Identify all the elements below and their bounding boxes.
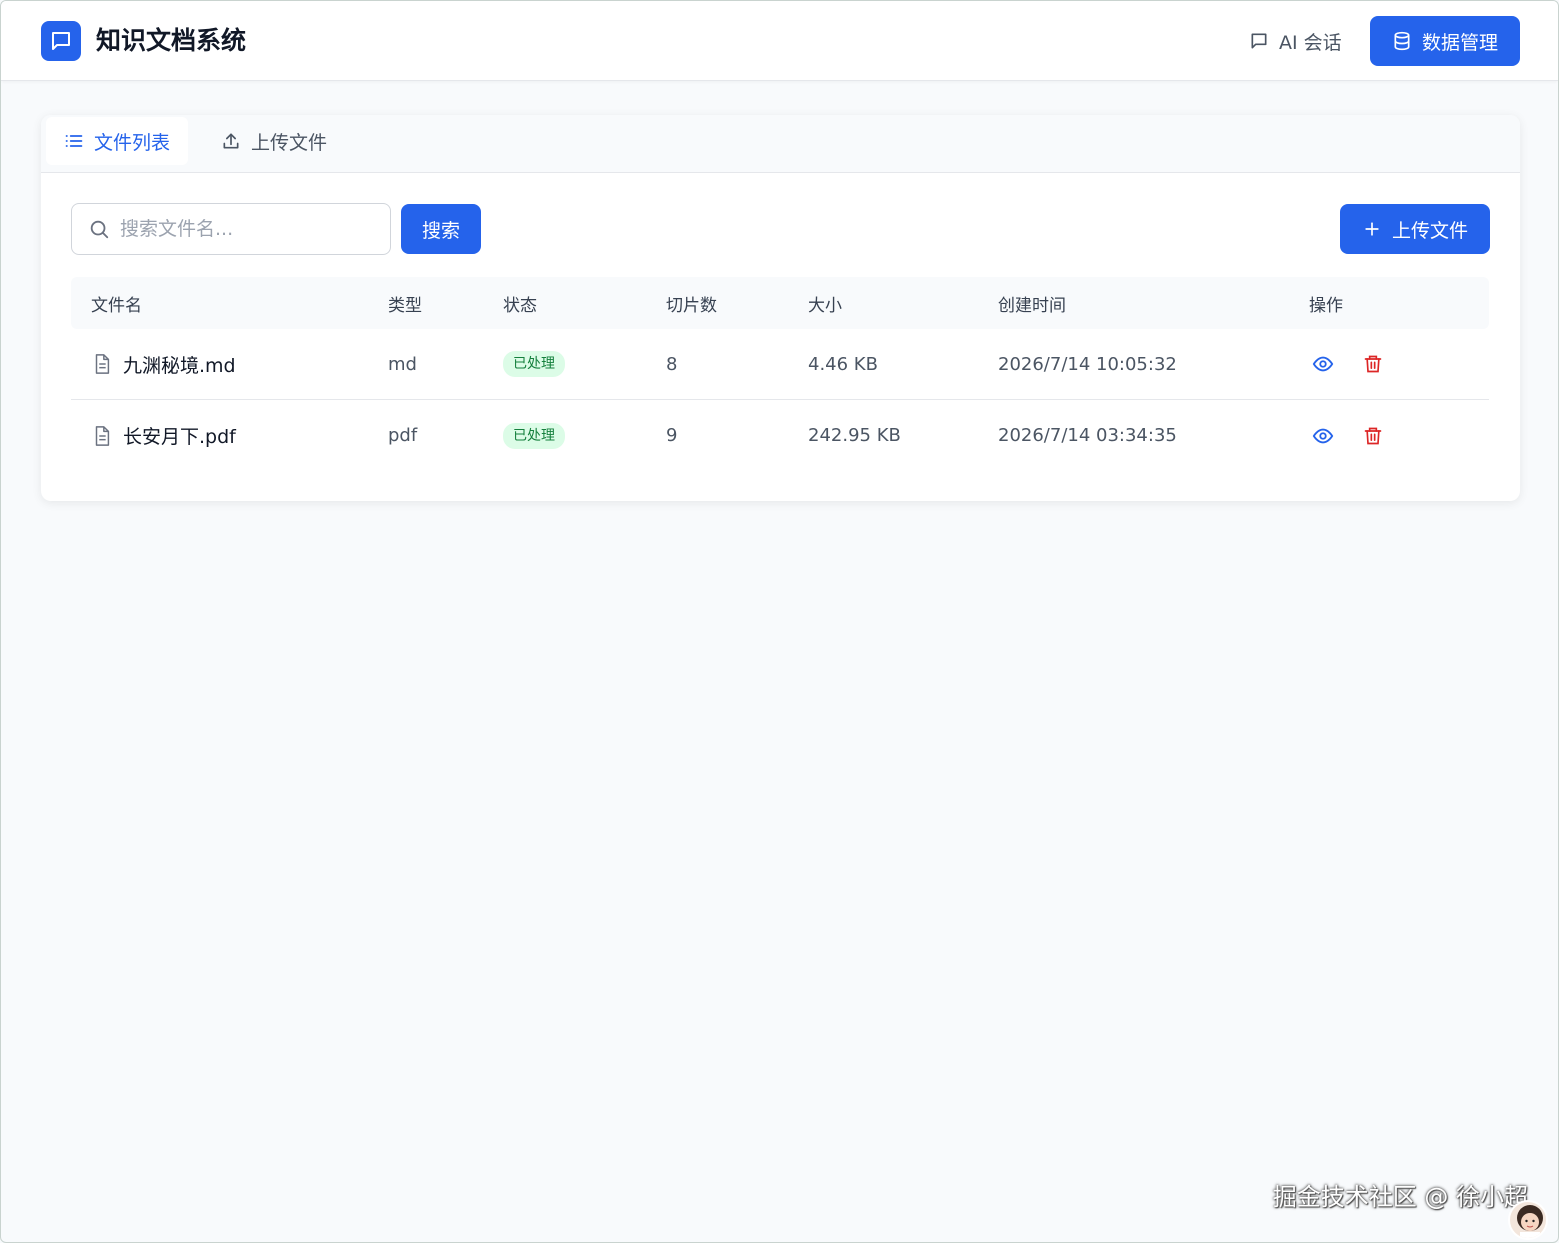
- upload-file-button[interactable]: 上传文件: [1340, 204, 1490, 254]
- database-icon: [1394, 31, 1410, 51]
- status-badge: 已处理: [503, 422, 565, 449]
- col-header-status: 状态: [503, 295, 537, 316]
- plus-icon: [1365, 222, 1379, 236]
- col-header-size: 大小: [808, 295, 842, 316]
- search-icon: [90, 220, 109, 239]
- nav-ai-chat[interactable]: AI 会话: [1237, 21, 1354, 61]
- table-row: 长安月下.pdf pdf 已处理 9 242.95 KB 2026/7/14 0…: [71, 400, 1489, 471]
- file-size: 242.95 KB: [808, 425, 901, 446]
- avatar: [1508, 1200, 1548, 1240]
- file-type: pdf: [388, 425, 418, 446]
- file-name: 长安月下.pdf: [123, 426, 236, 448]
- watermark: 掘金技术社区 @ 徐小超: [1272, 1183, 1528, 1211]
- logo: [41, 21, 81, 61]
- col-header-chunks: 切片数: [666, 295, 717, 316]
- file-chunks: 9: [666, 425, 678, 446]
- tab-upload-label: 上传文件: [251, 131, 328, 154]
- top-header: 知识文档系统 AI 会话 数据管理: [1, 1, 1558, 81]
- col-header-created: 创建时间: [998, 295, 1066, 316]
- chat-bubble-icon: [52, 32, 70, 50]
- search-box: [71, 203, 391, 255]
- nav-data-label: 数据管理: [1421, 31, 1498, 54]
- tab-upload[interactable]: 上传文件: [203, 117, 345, 165]
- trash-icon: [1364, 427, 1382, 444]
- trash-icon: [1364, 355, 1382, 373]
- app-title: 知识文档系统: [96, 26, 247, 55]
- file-type: md: [388, 353, 417, 375]
- avatar-face-icon: [1517, 1205, 1543, 1238]
- tab-file-list[interactable]: 文件列表: [46, 117, 189, 165]
- col-header-type: 类型: [388, 295, 422, 316]
- table-header: 文件名 类型 状态 切片数 大小 创建时间 操作: [71, 277, 1489, 329]
- search-button[interactable]: 搜索: [401, 204, 481, 254]
- tab-bar: 文件列表 上传文件: [41, 115, 1520, 173]
- view-button[interactable]: [1309, 350, 1337, 378]
- table-row: 九渊秘境.md md 已处理 8 4.46 KB 2026/7/14 10:05…: [71, 329, 1489, 400]
- upload-file-label: 上传文件: [1391, 219, 1468, 242]
- file-created: 2026/7/14 10:05:32: [998, 353, 1177, 375]
- col-header-actions: 操作: [1309, 295, 1343, 316]
- file-created: 2026/7/14 03:34:35: [998, 425, 1177, 446]
- app-window: 知识文档系统 AI 会话 数据管理 文件列表 上传文件 搜索文件名... 搜索 …: [0, 0, 1559, 1243]
- file-table: 文件名 类型 状态 切片数 大小 创建时间 操作 九渊秘境.md md 已处理 …: [71, 277, 1489, 471]
- nav-data-management[interactable]: 数据管理: [1370, 16, 1520, 66]
- upload-icon: [223, 133, 239, 149]
- eye-icon: [1312, 428, 1334, 443]
- view-button[interactable]: [1309, 422, 1337, 450]
- delete-button[interactable]: [1359, 350, 1387, 378]
- status-badge: 已处理: [503, 351, 565, 377]
- col-header-name: 文件名: [91, 295, 142, 316]
- list-icon: [65, 135, 83, 147]
- file-name: 九渊秘境.md: [123, 354, 236, 377]
- file-chunks: 8: [666, 353, 678, 375]
- search-input[interactable]: [120, 218, 380, 240]
- file-size: 4.46 KB: [808, 353, 878, 375]
- file-card: 文件列表 上传文件 搜索 上传文件 文件名 类: [41, 115, 1520, 501]
- tab-file-list-label: 文件列表: [94, 131, 171, 154]
- delete-button[interactable]: [1359, 422, 1387, 450]
- nav-ai-chat-label: AI 会话: [1279, 31, 1342, 54]
- message-icon: [1251, 33, 1267, 49]
- eye-icon: [1312, 356, 1334, 372]
- file-text-icon: [95, 425, 110, 446]
- file-text-icon: [95, 354, 110, 374]
